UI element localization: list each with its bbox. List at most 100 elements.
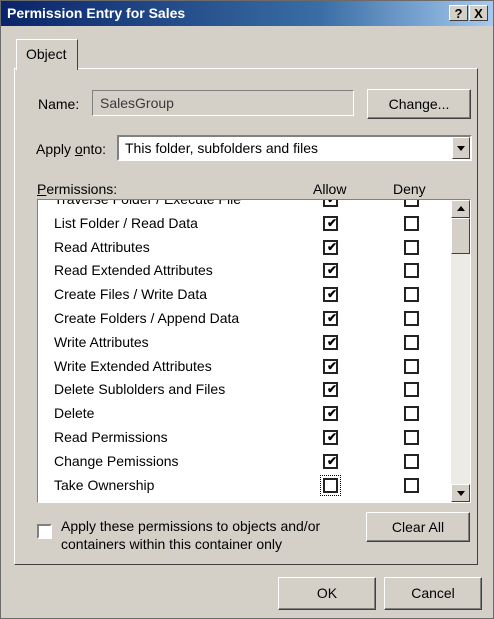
permission-row: Read Permissions ✔	[38, 426, 452, 450]
deny-checkbox[interactable]	[404, 310, 419, 326]
permissions-label: Permissions:	[37, 181, 118, 197]
allow-checkbox[interactable]: ✔	[323, 239, 338, 255]
title-bar[interactable]: Permission Entry for Sales ? X	[1, 1, 493, 26]
permission-row: Create Folders / Append Data ✔	[38, 307, 452, 331]
scroll-up-button[interactable]	[451, 200, 470, 218]
permissions-list: Traverse Folder / Execute File ✔ List Fold…	[37, 199, 471, 503]
apply-onto-dropdown[interactable]: This folder, subfolders and files	[117, 135, 472, 161]
apply-to-children-checkbox[interactable]	[37, 524, 52, 539]
permissions-rows: Traverse Folder / Execute File ✔ List Fold…	[38, 199, 452, 498]
deny-checkbox[interactable]	[404, 334, 419, 350]
permission-name: Read Permissions	[54, 428, 168, 445]
permission-name: Create Files / Write Data	[54, 286, 208, 303]
allow-checkbox[interactable]: ✔	[323, 287, 338, 303]
allow-checkbox[interactable]: ✔	[323, 453, 338, 469]
allow-checkbox[interactable]: ✔	[323, 310, 338, 326]
window-title: Permission Entry for Sales	[7, 5, 186, 21]
allow-checkbox[interactable]: ✔	[323, 406, 338, 422]
close-button[interactable]: X	[469, 5, 488, 21]
ok-label: OK	[316, 585, 338, 601]
deny-checkbox[interactable]	[404, 429, 419, 445]
permission-name: List Folder / Read Data	[54, 214, 198, 231]
deny-checkbox[interactable]	[404, 200, 419, 207]
checkmark-icon: ✔	[327, 382, 338, 397]
scroll-thumb[interactable]	[451, 218, 470, 254]
cancel-label: Cancel	[411, 585, 455, 601]
permission-name: Traverse Folder / Execute File	[54, 199, 241, 207]
allow-checkbox[interactable]: ✔	[323, 199, 338, 207]
permission-row: Read Attributes ✔	[38, 236, 452, 260]
permission-row: Take Ownership	[38, 474, 452, 498]
permission-name: Take Ownership	[54, 476, 155, 493]
clear-all-label: Clear All	[391, 519, 445, 535]
tab-object[interactable]: Object	[16, 39, 78, 70]
arrow-up-icon	[457, 206, 465, 211]
clear-all-button[interactable]: Clear All	[366, 512, 470, 542]
checkmark-icon: ✔	[327, 334, 338, 349]
deny-checkbox[interactable]	[404, 287, 419, 303]
arrow-down-icon	[457, 491, 465, 496]
deny-checkbox[interactable]	[404, 358, 419, 374]
change-button[interactable]: Change...	[367, 89, 471, 119]
permission-row: Traverse Folder / Execute File ✔	[38, 199, 452, 212]
permission-row: List Folder / Read Data ✔	[38, 212, 452, 236]
allow-checkbox[interactable]	[320, 474, 341, 496]
permission-row: Delete Sublolders and Files ✔	[38, 378, 452, 402]
permission-row: Write Extended Attributes ✔	[38, 355, 452, 379]
name-label: Name:	[38, 96, 80, 112]
deny-checkbox[interactable]	[404, 239, 419, 255]
permission-row: Change Pemissions ✔	[38, 450, 452, 474]
allow-checkbox[interactable]: ✔	[323, 334, 338, 350]
allow-checkbox[interactable]: ✔	[323, 215, 338, 231]
dropdown-button[interactable]	[452, 137, 470, 159]
chevron-down-icon	[457, 146, 465, 151]
permission-row: Read Extended Attributes ✔	[38, 259, 452, 283]
scroll-down-button[interactable]	[451, 484, 470, 502]
apply-onto-value: This folder, subfolders and files	[125, 140, 318, 156]
name-field: SalesGroup	[92, 90, 354, 116]
permission-row: Delete ✔	[38, 402, 452, 426]
tab-object-label: Object	[26, 46, 67, 62]
deny-header: Deny	[393, 181, 426, 197]
checkmark-icon: ✔	[327, 239, 338, 254]
checkmark-icon: ✔	[327, 358, 338, 373]
name-value: SalesGroup	[100, 95, 174, 111]
allow-checkbox[interactable]: ✔	[323, 429, 338, 445]
allow-checkbox[interactable]: ✔	[323, 358, 338, 374]
allow-checkbox[interactable]: ✔	[323, 263, 338, 279]
permission-name: Read Extended Attributes	[54, 262, 213, 279]
checkmark-icon: ✔	[327, 263, 338, 278]
ok-button[interactable]: OK	[278, 577, 376, 610]
checkmark-icon: ✔	[327, 199, 338, 206]
deny-checkbox[interactable]	[404, 406, 419, 422]
allow-header: Allow	[313, 181, 347, 197]
change-button-label: Change...	[388, 96, 450, 112]
checkmark-icon: ✔	[327, 215, 338, 230]
checkmark-icon: ✔	[327, 310, 338, 325]
checkmark-icon: ✔	[327, 453, 338, 468]
apply-to-children-label: Apply these permissions to objects and/o…	[61, 518, 321, 552]
apply-onto-label: Apply onto:	[36, 141, 107, 157]
deny-checkbox[interactable]	[404, 215, 419, 231]
deny-checkbox[interactable]	[404, 263, 419, 279]
permission-name: Create Folders / Append Data	[54, 309, 240, 326]
permission-name: Write Attributes	[54, 333, 149, 350]
permission-name: Write Extended Attributes	[54, 357, 212, 374]
checkmark-icon: ✔	[327, 429, 338, 444]
cancel-button[interactable]: Cancel	[384, 577, 482, 610]
deny-checkbox[interactable]	[404, 477, 419, 493]
checkmark-icon: ✔	[327, 406, 338, 421]
permission-row: Create Files / Write Data ✔	[38, 283, 452, 307]
permission-name: Delete Sublolders and Files	[54, 381, 226, 398]
permission-entry-dialog: Permission Entry for Sales ? X Object Na…	[0, 0, 494, 619]
allow-checkbox[interactable]: ✔	[323, 382, 338, 398]
vertical-scrollbar[interactable]	[451, 200, 470, 502]
permission-row: Write Attributes ✔	[38, 331, 452, 355]
checkmark-icon: ✔	[327, 287, 338, 302]
deny-checkbox[interactable]	[404, 382, 419, 398]
permission-name: Read Attributes	[54, 238, 150, 255]
help-button[interactable]: ?	[449, 5, 468, 21]
permission-name: Change Pemissions	[54, 452, 179, 469]
permission-name: Delete	[54, 405, 95, 422]
deny-checkbox[interactable]	[404, 453, 419, 469]
